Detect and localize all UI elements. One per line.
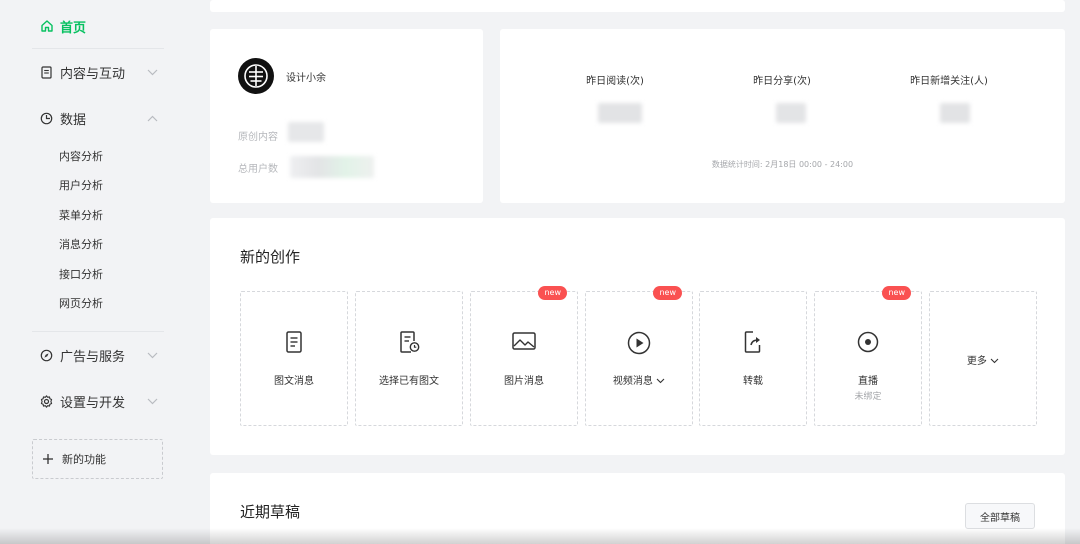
sidebar-item-label: 数据	[60, 112, 87, 128]
tile-more[interactable]: 更多	[929, 291, 1037, 426]
sidebar: 首页 内容与互动 数据 内容分析 用户分析 菜单分析 消息分析 接口分析 网页分…	[0, 0, 190, 544]
create-card: 新的创作 图文消息 选择已有图文 new 图片消息 new 视频消息 转载 ne…	[210, 218, 1065, 455]
total-users-value-redacted	[290, 156, 374, 178]
home-icon	[40, 19, 54, 33]
tile-live[interactable]: new 直播 未绑定	[814, 286, 922, 426]
new-badge: new	[653, 286, 682, 300]
create-section-title: 新的创作	[240, 248, 301, 266]
document-icon	[40, 65, 53, 79]
sidebar-subitem-api-analysis[interactable]: 接口分析	[59, 266, 103, 282]
chevron-down-icon	[656, 378, 665, 384]
plus-icon	[42, 453, 54, 465]
sidebar-subitem-content-analysis[interactable]: 内容分析	[59, 148, 103, 164]
top-card	[210, 0, 1065, 12]
gear-icon	[40, 394, 53, 408]
live-icon	[857, 331, 879, 353]
sidebar-item-label: 首页	[60, 20, 87, 36]
share-forward-icon	[743, 331, 763, 353]
chevron-down-icon	[147, 352, 158, 359]
new-badge: new	[538, 286, 567, 300]
tile-sublabel: 未绑定	[854, 392, 882, 402]
stats-card: 昨日阅读(次) 昨日分享(次) 昨日新增关注(人) 数据统计时间: 2月18日 …	[500, 29, 1065, 203]
tile-label: 更多	[930, 352, 1036, 367]
drafts-section-title: 近期草稿	[240, 503, 301, 521]
sidebar-item-label: 内容与互动	[60, 66, 126, 82]
tile-video-message[interactable]: new 视频消息	[585, 286, 693, 426]
sidebar-subitem-menu-analysis[interactable]: 菜单分析	[59, 207, 103, 223]
tile-repost[interactable]: 转载	[699, 291, 807, 426]
stats-time-note: 数据统计时间: 2月18日 00:00 - 24:00	[711, 160, 854, 169]
compass-icon	[40, 349, 53, 362]
new-features-label: 新的功能	[62, 453, 106, 466]
bottom-shadow	[0, 528, 1080, 544]
new-badge: new	[882, 286, 911, 300]
chevron-down-icon	[990, 358, 999, 364]
stat-share-value-redacted	[776, 103, 806, 123]
article-icon	[284, 331, 304, 353]
chevron-up-icon	[147, 115, 158, 122]
sidebar-subitem-webpage-analysis[interactable]: 网页分析	[59, 295, 103, 311]
sidebar-item-content-interact[interactable]: 内容与互动	[32, 49, 164, 95]
pie-clock-icon	[40, 112, 53, 125]
stat-read-value-redacted	[598, 103, 642, 123]
document-clock-icon	[398, 331, 420, 353]
total-users-label: 总用户数	[238, 164, 278, 175]
tile-label: 视频消息	[586, 372, 692, 387]
tile-label: 转载	[743, 376, 763, 387]
original-content-value-redacted	[288, 122, 324, 142]
tile-article[interactable]: 图文消息	[240, 291, 348, 426]
chevron-down-icon	[147, 398, 158, 405]
stat-read-label: 昨日阅读(次)	[586, 76, 644, 87]
sidebar-item-home[interactable]: 首页	[40, 16, 86, 36]
tile-label: 图文消息	[274, 376, 314, 387]
tile-image-message[interactable]: new 图片消息	[470, 286, 578, 426]
sidebar-subitem-message-analysis[interactable]: 消息分析	[59, 236, 103, 252]
all-drafts-button[interactable]: 全部草稿	[965, 503, 1035, 529]
sidebar-item-label: 设置与开发	[60, 395, 126, 411]
tile-select-existing[interactable]: 选择已有图文	[355, 291, 463, 426]
chevron-down-icon	[147, 69, 158, 76]
new-features-button[interactable]: 新的功能	[32, 439, 163, 479]
sidebar-item-data[interactable]: 数据	[32, 95, 164, 141]
sidebar-subitem-user-analysis[interactable]: 用户分析	[59, 177, 103, 193]
image-icon	[512, 331, 536, 351]
sidebar-item-label: 广告与服务	[60, 349, 126, 365]
stat-share-label: 昨日分享(次)	[753, 76, 811, 87]
tile-label: 选择已有图文	[379, 376, 439, 387]
sidebar-item-settings-dev[interactable]: 设置与开发	[32, 378, 164, 424]
sidebar-item-ads-services[interactable]: 广告与服务	[32, 332, 164, 378]
original-content-label: 原创内容	[238, 132, 278, 143]
tile-label: 直播	[858, 376, 878, 387]
account-nickname: 设计小余	[286, 73, 326, 84]
play-icon	[627, 331, 651, 355]
avatar[interactable]	[238, 58, 274, 94]
tile-label: 图片消息	[504, 376, 544, 387]
profile-card: 设计小余 原创内容 总用户数	[210, 29, 483, 203]
stat-follow-value-redacted	[940, 103, 970, 123]
stat-follow-label: 昨日新增关注(人)	[910, 76, 988, 87]
